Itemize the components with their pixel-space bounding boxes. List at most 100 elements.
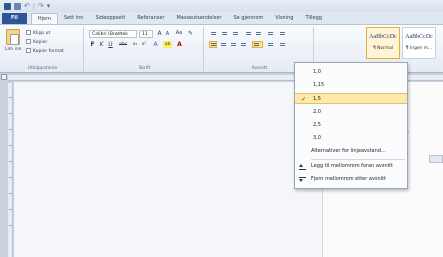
decrease-indent-icon [246,32,251,36]
align-center-icon [221,43,226,47]
option-label: 1,5 [313,96,321,102]
superscript-button[interactable]: x² [140,41,148,48]
paste-icon[interactable] [6,29,20,45]
subscript-button[interactable]: x₂ [131,41,139,48]
shading-button[interactable] [266,41,274,48]
tab-mailings[interactable]: Masseutsendelser [170,13,227,24]
line-spacing-button[interactable] [252,41,263,48]
tab-addins[interactable]: Tillegg [299,13,328,24]
remove-space-after-paragraph[interactable]: Fjern mellomrom etter avsnitt [295,174,407,185]
numbering-icon [222,32,227,36]
pilcrow-icon [280,32,285,36]
underline-button[interactable]: U [107,41,114,48]
add-space-before-icon [299,164,306,170]
line-spacing-option-3-0[interactable]: 3,0 [295,133,407,144]
font-group: Calibri (Brødtek 11 A A Aa ✎ F K U abc x… [86,27,204,72]
word-app-icon[interactable] [4,2,11,10]
ruler-tick [9,113,12,114]
remove-space-after-label: Fjern mellomrom etter avsnitt [311,176,387,182]
option-label: 1,15 [313,82,325,88]
menu-separator [311,159,405,160]
tab-page-layout[interactable]: Sideoppsett [89,13,131,24]
scissors-icon [26,30,31,35]
text-effects-button[interactable]: A [152,41,159,48]
cut-label: Klipp ut [33,31,51,36]
ruler-tick [9,177,12,178]
tab-review[interactable]: Se gjennom [228,13,270,24]
increase-indent-button[interactable] [254,30,262,37]
line-spacing-option-1-5[interactable]: ✓ 1,5 [295,93,407,104]
style-no-spacing[interactable]: AaBbCcDc ¶ Ingen m... [402,27,436,59]
shrink-font-button[interactable]: A [164,31,171,38]
format-painter-button[interactable]: Kopier format [26,48,64,54]
style-normal-name: ¶ Normal [372,46,394,51]
tab-references[interactable]: Referanser [131,13,170,24]
redo-icon[interactable]: ↷ [38,2,44,10]
style-normal[interactable]: AaBbCcDc ¶ Normal [366,27,400,59]
clear-formatting-icon[interactable]: ✎ [187,30,194,37]
style-normal-sample: AaBbCcDc [369,34,397,40]
numbering-button[interactable] [220,30,228,37]
align-left-button[interactable] [209,41,217,48]
add-space-before-label: Legg til mellomrom foran avsnitt [311,163,393,169]
remove-space-after-icon [299,177,306,183]
font-color-button[interactable]: A [176,41,183,48]
borders-icon [280,43,285,47]
multilevel-list-button[interactable] [231,30,239,37]
grow-font-button[interactable]: A [156,30,163,37]
line-spacing-option-1-15[interactable]: 1,15 [295,80,407,91]
justify-button[interactable] [239,41,247,48]
style-no-spacing-name: ¶ Ingen m... [405,46,433,51]
justify-icon [241,43,246,47]
bullets-icon [211,32,216,36]
line-spacing-icon [254,43,259,47]
tab-file[interactable]: Fil [2,13,27,24]
tab-view[interactable]: Visning [269,13,299,24]
borders-button[interactable] [278,41,286,48]
tab-insert[interactable]: Sett inn [58,13,90,24]
line-spacing-option-2-0[interactable]: 2,0 [295,107,407,118]
show-marks-button[interactable] [278,30,286,37]
tab-selector[interactable] [1,74,7,80]
font-size-select[interactable]: 11 [139,30,153,38]
align-left-icon [211,43,216,47]
italic-button[interactable]: K [98,41,105,48]
highlight-button[interactable]: ab [163,41,172,48]
bullets-button[interactable] [209,30,217,37]
decrease-indent-button[interactable] [244,30,252,37]
align-center-button[interactable] [219,41,227,48]
multilevel-list-icon [233,32,238,36]
tab-home[interactable]: Hjem [30,13,58,24]
ruler-tick [9,193,12,194]
undo-icon[interactable]: ↶ [24,2,30,10]
font-group-label: Skrift [138,66,151,71]
cut-button[interactable]: Klipp ut [26,30,50,36]
line-spacing-options-link[interactable]: Alternativer for linjeavstand... [295,146,407,157]
sort-button[interactable] [266,30,274,37]
sort-icon [268,32,273,36]
change-case-button[interactable]: Aa [174,30,184,37]
bold-button[interactable]: F [89,41,96,48]
copy-button[interactable]: Kopier [26,39,47,45]
ruler-tick [9,129,12,130]
ribbon-tabs: Fil Hjem Sett inn Sideoppsett Referanser… [0,12,443,24]
line-spacing-option-2-5[interactable]: 2,5 [295,120,407,131]
ruler-tick [9,161,12,162]
title-bar: ↶ | ↷ ▾ [0,0,443,12]
font-family-select[interactable]: Calibri (Brødtek [89,30,137,38]
ruler-toggle[interactable] [429,155,443,163]
customize-quick-access-icon[interactable]: ▾ [47,2,51,10]
option-label: 1,0 [313,69,321,75]
vertical-ruler[interactable] [8,83,13,257]
option-label: 3,0 [313,135,321,141]
save-icon[interactable] [14,2,21,10]
strikethrough-button[interactable]: abc [117,41,129,48]
ruler-tick [9,145,12,146]
clipboard-group-label: Utklippstavle [27,66,58,71]
ruler-tick [9,225,12,226]
paste-button[interactable]: Lim inn [5,47,22,52]
align-right-button[interactable] [229,41,237,48]
line-spacing-option-1-0[interactable]: 1,0 [295,67,407,78]
align-right-icon [231,43,236,47]
add-space-before-paragraph[interactable]: Legg til mellomrom foran avsnitt [295,161,407,172]
